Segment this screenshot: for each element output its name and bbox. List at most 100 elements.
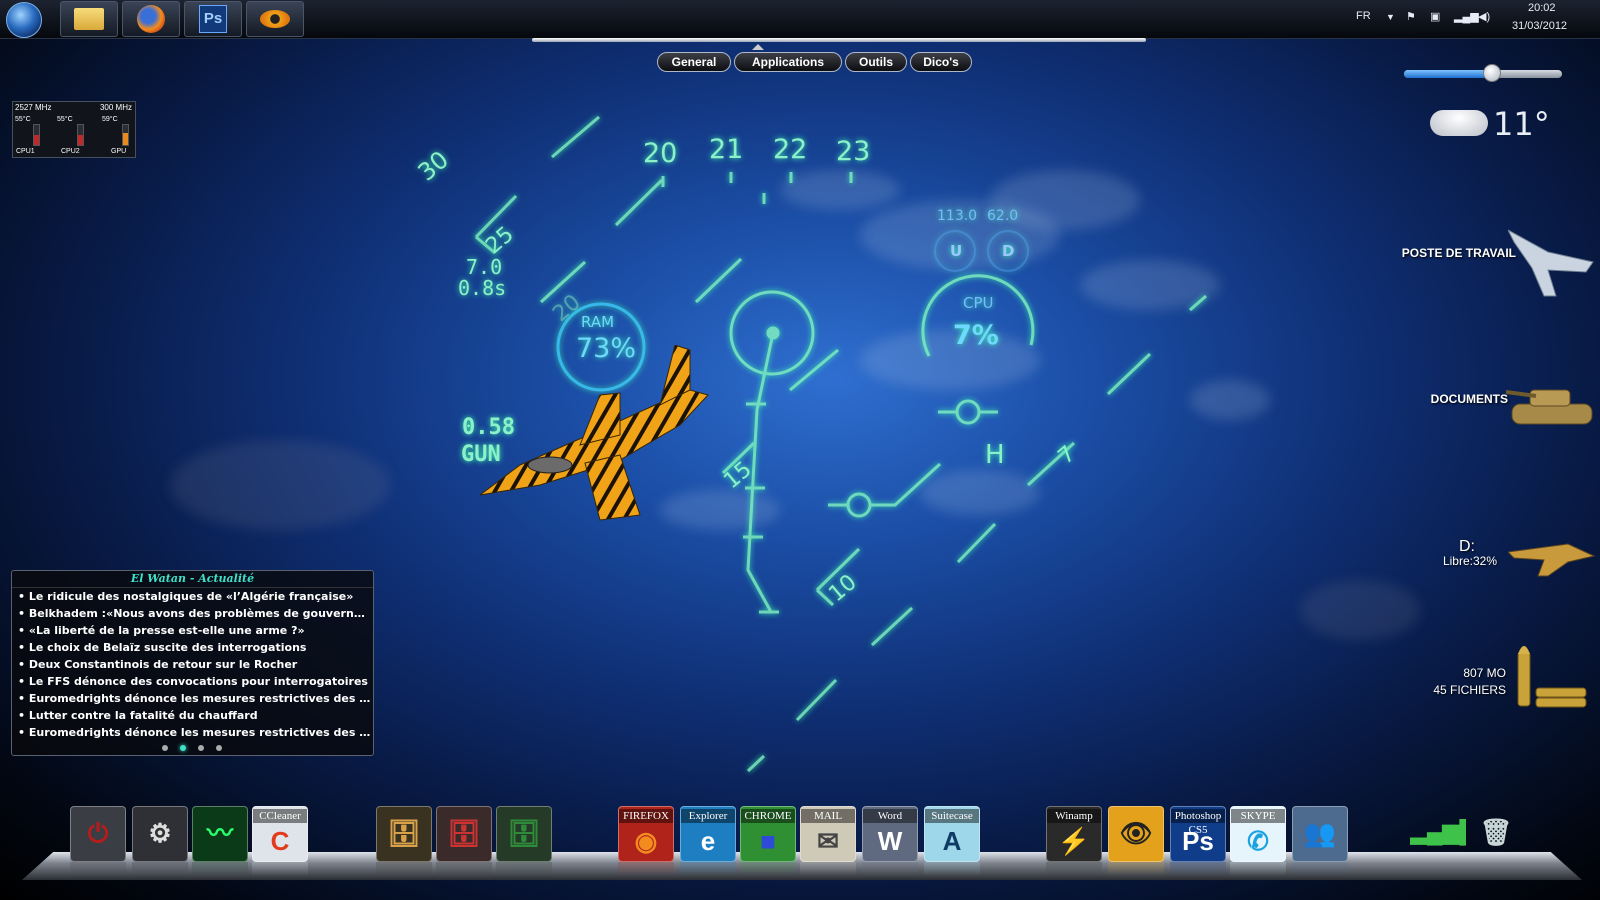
mail-dock-icon[interactable]: MAIL ✉ (800, 806, 856, 862)
pitch-line (551, 115, 600, 159)
news-item[interactable]: • Deux Constantinois de retour sur le Ro… (12, 656, 372, 673)
explorer-taskbar-button[interactable] (60, 1, 118, 37)
freq-d: 62.0 (987, 208, 1019, 224)
news-item[interactable]: • Le choix de Belaïz suscite des interro… (12, 639, 372, 656)
skype-dock-icon[interactable]: SKYPE ✆ (1230, 806, 1286, 862)
brightness-slider-knob[interactable] (1483, 64, 1501, 82)
firefox-taskbar-button[interactable] (122, 1, 180, 37)
shutdown-icon: ⏻ (87, 818, 109, 848)
ccleaner-dock-icon[interactable]: CCleaner C (252, 806, 308, 862)
tab-outils[interactable]: Outils (845, 52, 907, 72)
ccleaner-icon: C (270, 826, 290, 856)
start-button[interactable] (6, 2, 42, 38)
h-label: H (985, 440, 1005, 470)
xnview-taskbar-button[interactable] (246, 1, 304, 37)
recycle-files[interactable]: 45 FICHIERS (1430, 683, 1506, 697)
recycle-bin-dock-icon[interactable]: 🗑 (1468, 806, 1524, 862)
desktop-icon-documents[interactable]: DOCUMENTS (1400, 392, 1508, 406)
brightness-slider-fill (1404, 70, 1491, 78)
clock-time[interactable]: 20:02 (1528, 2, 1556, 14)
xnview-dock-icon[interactable]: 👁 (1108, 806, 1164, 862)
tiger-jet-icon (480, 345, 709, 521)
explorer-dock-icon[interactable]: Explorer e (680, 806, 736, 862)
tabbar-rail (532, 38, 1146, 42)
firefox-dock-icon[interactable]: FIREFOX ◉ (618, 806, 674, 862)
archive-1-icon: 🗄 (387, 818, 421, 848)
news-item[interactable]: • Le FFS dénonce des convocations pour i… (12, 673, 372, 690)
u-button[interactable]: U (950, 242, 962, 260)
news-item[interactable]: • Lutter contre la fatalité du chauffard (12, 707, 372, 724)
fighter-jet-icon[interactable] (1508, 222, 1596, 298)
eye-icon (260, 10, 290, 28)
messenger-icon: 👥 (1303, 818, 1337, 848)
tab-general[interactable]: General (657, 52, 731, 72)
explorer-reflection (680, 862, 736, 876)
news-page-dot-active[interactable] (180, 745, 186, 751)
archive-2-icon: 🗄 (447, 818, 481, 848)
cpu-value: 7% (953, 320, 999, 351)
desktop-icon-poste-de-travail[interactable]: POSTE DE TRAVAIL (1400, 246, 1516, 260)
news-page-dot[interactable] (162, 745, 168, 751)
core-temp: 55°C (15, 116, 31, 123)
suitecase-reflection (924, 862, 980, 876)
messenger-dock-icon[interactable]: 👥 (1292, 806, 1348, 862)
archive-3-dock-icon[interactable]: 🗄 (496, 806, 552, 862)
news-item[interactable]: • «La liberté de la presse est-elle une … (12, 622, 372, 639)
flag-icon[interactable]: ⚑ (1406, 10, 1416, 23)
archive-1-dock-icon[interactable]: 🗄 (376, 806, 432, 862)
pitch-line (746, 754, 766, 773)
news-item[interactable]: • Euromedrights dénonce les mesures rest… (12, 690, 372, 707)
heading-label: 22 (773, 134, 808, 165)
word-reflection (862, 862, 918, 876)
volume-icon[interactable]: ◀) (1478, 10, 1490, 23)
language-indicator[interactable]: FR (1356, 10, 1371, 22)
news-page-dot[interactable] (198, 745, 204, 751)
battery-icon[interactable]: ▣ (1430, 10, 1440, 23)
chrome-dock-icon[interactable]: CHROME ■ (740, 806, 796, 862)
pitch-line (1189, 294, 1207, 312)
photoshop-taskbar-button[interactable]: Ps (184, 1, 242, 37)
core-temp: 55°C (57, 116, 73, 123)
photoshop-icon: Ps (1182, 826, 1214, 856)
winamp-dock-icon[interactable]: Winamp ⚡ (1046, 806, 1102, 862)
clock-date[interactable]: 31/03/2012 (1512, 20, 1567, 32)
news-item[interactable]: • Le ridicule des nostalgiques de «l’Alg… (12, 588, 372, 605)
cpu-freq: 2527 MHz (15, 103, 52, 112)
signal-dock-icon[interactable]: ▂▄▆█ (1410, 806, 1466, 862)
jet-icon[interactable] (1508, 530, 1596, 580)
cpu-meter-gadget[interactable]: 2527 MHz 300 MHz 55°C 55°C 59°C CPU1 CPU… (12, 101, 136, 158)
ram-label: RAM (581, 313, 615, 331)
archive-1-reflection (376, 862, 432, 876)
bullets-icon[interactable] (1512, 640, 1588, 710)
settings-icon: ⚙ (148, 818, 172, 848)
chevron-down-icon[interactable]: ▼ (1386, 12, 1395, 22)
skype-reflection (1230, 862, 1286, 876)
drive-d-free[interactable]: Libre:32% (1430, 554, 1510, 568)
mail-reflection (800, 862, 856, 876)
shutdown-dock-icon[interactable]: ⏻ (70, 806, 126, 862)
monitor-dock-icon[interactable]: 〰 (192, 806, 248, 862)
weather-temp: 11° (1493, 105, 1550, 143)
tab-applications[interactable]: Applications (734, 52, 842, 72)
d-button[interactable]: D (1002, 242, 1014, 260)
word-dock-icon[interactable]: Word W (862, 806, 918, 862)
network-icon[interactable]: ▂▄▆ (1454, 10, 1479, 23)
suitecase-dock-icon[interactable]: Suitecase A (924, 806, 980, 862)
news-page-dot[interactable] (216, 745, 222, 751)
recycle-size[interactable]: 807 MO (1440, 666, 1506, 680)
shutdown-reflection (70, 862, 126, 876)
news-item[interactable]: • Belkhadem :«Nous avons des problèmes d… (12, 605, 372, 622)
settings-dock-icon[interactable]: ⚙ (132, 806, 188, 862)
archive-2-dock-icon[interactable]: 🗄 (436, 806, 492, 862)
tank-icon[interactable] (1506, 370, 1596, 436)
news-gadget[interactable]: El Watan - Actualité • Le ridicule des n… (11, 570, 374, 756)
taskbar: Ps FR ▼ ⚑ ▣ ▂▄▆ ◀) 20:02 31/03/2012 (0, 0, 1600, 39)
pitch-line (870, 606, 914, 647)
xnview-icon: 👁 (1119, 818, 1153, 848)
core-label: CPU1 (16, 148, 35, 155)
news-item[interactable]: • Euromedrights dénonce les mesures rest… (12, 724, 372, 741)
archive-3-icon: 🗄 (507, 818, 541, 848)
gpu-freq: 300 MHz (99, 103, 132, 112)
tab-dicos[interactable]: Dico's (910, 52, 972, 72)
photoshop-dock-icon[interactable]: Photoshop CS5 Ps (1170, 806, 1226, 862)
